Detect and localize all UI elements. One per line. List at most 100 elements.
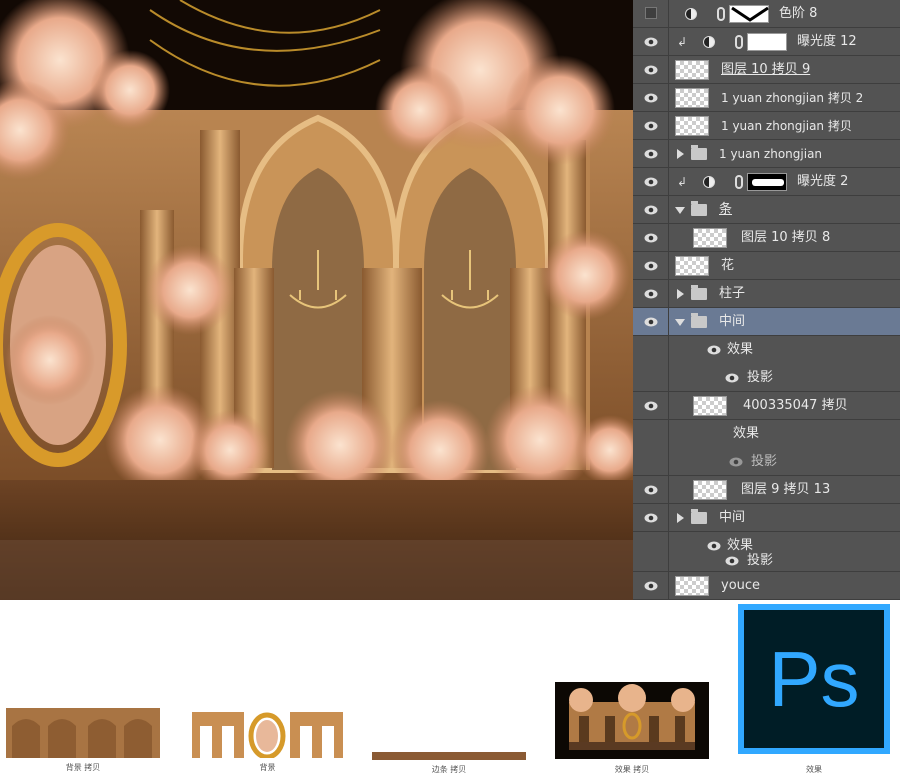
layer-group-row[interactable]: 柱子 [633, 280, 900, 308]
layer-row[interactable]: 色阶 8 [633, 0, 900, 28]
visibility-toggle[interactable] [633, 476, 669, 503]
effect-name: 投影 [751, 454, 778, 469]
layer-group-row[interactable]: 条 [633, 196, 900, 224]
border-strip-thumbnail[interactable] [372, 752, 526, 760]
folder-icon [691, 285, 707, 300]
effects-row[interactable]: 效果 [633, 336, 900, 364]
file-caption: 效果 拷贝 [614, 765, 650, 774]
visibility-column [633, 448, 669, 475]
folder-icon [691, 201, 707, 216]
layer-name: 曝光度 12 [797, 34, 857, 49]
effects-label: 效果 [733, 426, 760, 441]
layer-name: 色阶 8 [779, 6, 818, 21]
layer-name: 中间 [719, 314, 746, 329]
expand-arrow-icon[interactable] [677, 513, 684, 523]
visibility-toggle[interactable] [633, 572, 669, 599]
effect-name: 投影 [747, 553, 774, 568]
layer-row[interactable]: 图层 10 拷贝 9 [633, 56, 900, 84]
layer-group-row[interactable]: 中间 [633, 504, 900, 532]
layer-thumbnail [693, 396, 727, 416]
visibility-toggle[interactable] [633, 168, 669, 195]
visibility-toggle[interactable] [633, 28, 669, 55]
visibility-toggle[interactable] [633, 504, 669, 531]
adjustment-icon [685, 8, 697, 20]
eye-icon[interactable] [725, 555, 739, 567]
eye-icon [644, 485, 658, 495]
layer-row[interactable]: 1 yuan zhongjian 拷贝 2 [633, 84, 900, 112]
layer-name: 图层 9 拷贝 13 [741, 482, 831, 497]
eye-icon[interactable] [707, 344, 721, 356]
layer-row[interactable]: 1 yuan zhongjian 拷贝 [633, 112, 900, 140]
layer-row[interactable]: 图层 9 拷贝 13 [633, 476, 900, 504]
file-caption: 背景 [259, 763, 276, 772]
effect-item-row[interactable]: 投影 [633, 448, 900, 476]
layer-name: 条 [719, 202, 733, 217]
collapse-arrow-icon[interactable] [675, 319, 685, 326]
arches-frame-thumbnail[interactable] [190, 708, 345, 760]
eye-icon[interactable] [725, 372, 739, 384]
visibility-toggle[interactable] [633, 56, 669, 83]
layer-row[interactable]: 图层 10 拷贝 8 [633, 224, 900, 252]
layer-mask-thumbnail[interactable] [747, 33, 787, 51]
visibility-toggle[interactable] [633, 392, 669, 419]
layer-name: 图层 10 拷贝 9 [721, 62, 811, 77]
eye-icon [644, 37, 658, 47]
clipping-arrow-icon: ↲ [677, 35, 688, 49]
file-caption: 背景 拷贝 [65, 763, 101, 772]
visibility-toggle[interactable] [633, 112, 669, 139]
adjustment-icon [703, 176, 715, 188]
layer-name: 柱子 [719, 286, 746, 301]
layer-row[interactable]: 400335047 拷贝 [633, 392, 900, 420]
adjustment-icon [703, 36, 715, 48]
layer-thumbnail [675, 256, 709, 276]
visibility-toggle[interactable] [633, 252, 669, 279]
layer-name: 1 yuan zhongjian 拷贝 2 [721, 91, 864, 105]
layer-name: 曝光度 2 [797, 174, 849, 189]
visibility-column [633, 336, 669, 364]
file-caption: 效果 [806, 765, 822, 774]
layer-mask-thumbnail[interactable] [729, 5, 769, 23]
eye-icon[interactable] [729, 456, 743, 468]
wedding-stage-illustration [0, 0, 633, 600]
visibility-toggle[interactable] [633, 196, 669, 223]
layer-name: 1 yuan zhongjian 拷贝 [721, 119, 852, 133]
visibility-toggle[interactable] [633, 140, 669, 167]
expand-arrow-icon[interactable] [677, 149, 684, 159]
eye-icon [644, 65, 658, 75]
file-caption: 边条 拷贝 [431, 765, 467, 774]
visibility-column [633, 420, 669, 448]
folder-icon [691, 313, 707, 328]
visibility-column [633, 364, 669, 391]
collapse-arrow-icon[interactable] [675, 207, 685, 214]
arches-wall-thumbnail[interactable] [6, 708, 160, 758]
photoshop-file-icon[interactable]: Ps [738, 604, 890, 754]
effects-row[interactable]: 效果 [633, 420, 900, 448]
layers-panel: 色阶 8 ↲ 曝光度 12 图层 10 拷贝 9 1 yuan zhongjia… [633, 0, 900, 600]
eye-icon [644, 233, 658, 243]
effect-item-row[interactable]: 投影 [633, 550, 900, 572]
expand-arrow-icon[interactable] [677, 289, 684, 299]
visibility-toggle[interactable] [633, 280, 669, 307]
visibility-toggle[interactable] [633, 224, 669, 251]
visibility-toggle[interactable] [633, 0, 669, 27]
layer-group-row-selected[interactable]: 中间 [633, 308, 900, 336]
layer-row[interactable]: 花 [633, 252, 900, 280]
layer-group-row[interactable]: 1 yuan zhongjian [633, 140, 900, 168]
folder-icon [691, 509, 707, 524]
layer-name: 1 yuan zhongjian [719, 147, 823, 161]
stage-preview-thumbnail[interactable] [555, 682, 709, 759]
layer-thumbnail [675, 576, 709, 596]
layer-row[interactable]: ↲ 曝光度 12 [633, 28, 900, 56]
eye-icon [644, 317, 658, 327]
effect-item-row[interactable]: 投影 [633, 364, 900, 392]
layer-row[interactable]: youce [633, 572, 900, 600]
visibility-toggle[interactable] [633, 84, 669, 111]
layer-mask-thumbnail[interactable] [747, 173, 787, 191]
link-icon [735, 175, 743, 189]
visibility-toggle[interactable] [633, 308, 669, 335]
layer-name: 中间 [719, 510, 746, 525]
layer-thumbnail [675, 88, 709, 108]
hidden-box-icon [645, 7, 657, 19]
visibility-column [633, 550, 669, 571]
layer-row[interactable]: ↲ 曝光度 2 [633, 168, 900, 196]
